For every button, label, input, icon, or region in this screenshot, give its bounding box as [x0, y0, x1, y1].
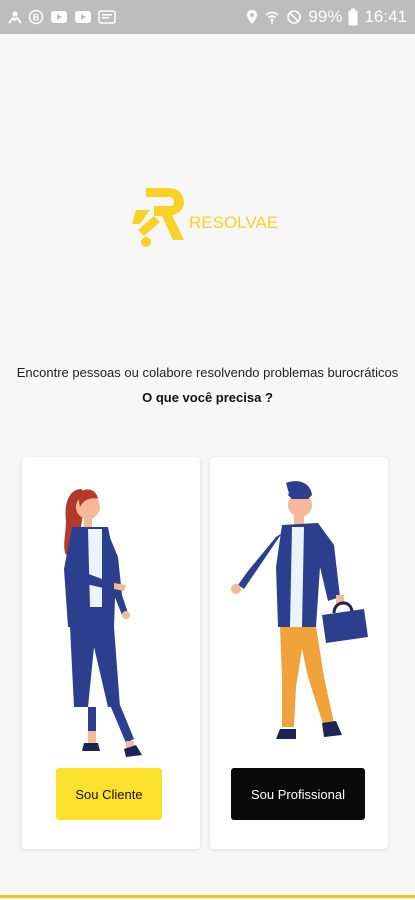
do-not-disturb-icon — [286, 9, 302, 25]
youtube-icon — [74, 10, 92, 24]
battery-icon — [348, 8, 358, 26]
tagline: Encontre pessoas ou colabore resolvendo … — [16, 365, 399, 380]
client-option-card[interactable]: Sou Cliente — [22, 457, 200, 849]
man-with-briefcase-illustration — [210, 477, 388, 767]
question-heading: O que você precisa ? — [142, 390, 273, 405]
professional-button[interactable]: Sou Profissional — [231, 768, 365, 820]
status-bar-right: 99% 16:41 — [246, 7, 407, 27]
b-badge-icon: B — [28, 9, 44, 25]
client-button[interactable]: Sou Cliente — [56, 768, 162, 820]
status-bar-left: B — [8, 9, 116, 25]
person-icon — [8, 10, 22, 24]
brand-logo: RESOLVAE — [132, 182, 282, 252]
location-icon — [246, 9, 258, 25]
brand-name: RESOLVAE — [189, 213, 278, 232]
battery-percent: 99% — [308, 7, 343, 26]
professional-option-card[interactable]: Sou Profissional — [210, 457, 388, 849]
message-icon — [98, 10, 116, 24]
clock: 16:41 — [364, 7, 407, 26]
wifi-icon — [264, 9, 280, 25]
bottom-accent-line — [0, 895, 415, 898]
brand-logo-mark — [132, 188, 184, 247]
youtube-icon — [50, 10, 68, 24]
woman-figure-illustration — [22, 477, 200, 767]
status-bar: B 99% 16:41 — [0, 0, 415, 34]
svg-text:B: B — [33, 13, 40, 23]
